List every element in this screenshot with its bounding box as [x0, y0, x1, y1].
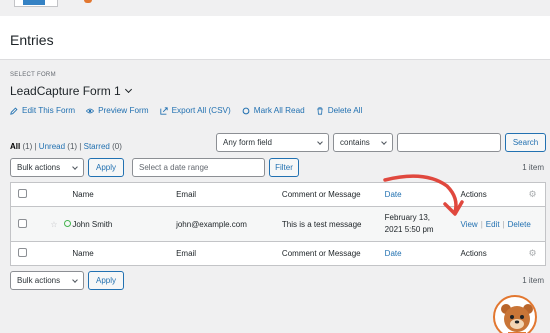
export-icon [159, 106, 168, 115]
delete-all-label: Delete All [327, 106, 363, 115]
bulk-actions-bottom: Bulk actions Apply [10, 271, 124, 290]
column-email: Email [176, 249, 197, 258]
item-count: 1 item [522, 163, 544, 172]
circle-icon [242, 107, 250, 114]
pencil-icon [10, 106, 18, 115]
bear-mascot-icon[interactable] [493, 295, 537, 333]
chevron-down-icon [317, 138, 323, 145]
filter-button[interactable]: Filter [269, 158, 299, 177]
chevron-down-icon [72, 163, 78, 170]
apply-button[interactable]: Apply [88, 158, 124, 177]
entry-name: John Smith [72, 219, 113, 229]
filter-starred[interactable]: Starred [84, 142, 110, 151]
entry-email: john@example.com [176, 219, 247, 229]
column-date[interactable]: Date [385, 242, 461, 266]
column-name: Name [72, 190, 94, 199]
bulk-actions-value: Bulk actions [17, 163, 61, 172]
filter-starred-count: (0) [112, 142, 122, 151]
form-actions: Edit This Form Preview Form Export All (… [10, 106, 373, 115]
field-select-value: Any form field [223, 138, 272, 147]
status-filters: All (1) | Unread (1) | Starred (0) [10, 142, 122, 151]
operator-select-value: contains [340, 138, 370, 147]
apply-button[interactable]: Apply [88, 271, 124, 290]
plugin-logo [14, 0, 58, 7]
edit-form-link[interactable]: Edit This Form [10, 106, 75, 115]
trash-icon [316, 106, 323, 115]
star-icon[interactable]: ☆ [50, 220, 57, 229]
top-edge [0, 0, 550, 12]
unread-dot-icon[interactable] [63, 219, 71, 227]
table-row: ☆ John Smith john@example.com This is a … [10, 206, 546, 242]
field-select[interactable]: Any form field [216, 133, 329, 152]
table-header-row: Name Email Comment or Message Date Actio… [10, 183, 546, 207]
gear-icon[interactable]: ⚙ [528, 189, 536, 199]
export-csv-label: Export All (CSV) [171, 106, 231, 115]
filter-all-count: (1) [22, 142, 33, 151]
bulk-actions-value: Bulk actions [17, 276, 61, 285]
column-name: Name [72, 249, 94, 258]
selected-form-name: LeadCapture Form 1 [10, 84, 121, 98]
table-footer-row: Name Email Comment or Message Date Actio… [10, 241, 546, 266]
bulk-actions-select[interactable]: Bulk actions [10, 271, 84, 290]
chevron-down-icon [381, 138, 387, 145]
mark-all-read-label: Mark All Read [253, 106, 305, 115]
select-form-label: SELECT FORM [10, 72, 56, 78]
column-actions: Actions [460, 190, 487, 199]
preview-form-link[interactable]: Preview Form [86, 106, 149, 115]
form-selector[interactable]: LeadCapture Form 1 [10, 84, 132, 98]
search-button[interactable]: Search [505, 133, 546, 152]
filter-all[interactable]: All [10, 142, 20, 151]
chevron-down-icon [124, 85, 132, 94]
column-email: Email [176, 190, 197, 199]
filter-unread-count: (1) [67, 142, 78, 151]
operator-select[interactable]: contains [333, 133, 393, 152]
entries-table: Name Email Comment or Message Date Actio… [10, 182, 546, 266]
export-csv-link[interactable]: Export All (CSV) [159, 106, 231, 115]
preview-form-label: Preview Form [98, 106, 149, 115]
date-range-input[interactable]: Select a date range [132, 158, 265, 177]
column-actions: Actions [460, 249, 487, 258]
column-comment: Comment or Message [281, 249, 361, 258]
select-all-checkbox[interactable] [18, 189, 27, 198]
mark-all-read-link[interactable]: Mark All Read [242, 106, 305, 115]
bulk-actions-select[interactable]: Bulk actions [10, 158, 84, 177]
delete-all-link[interactable]: Delete All [316, 106, 363, 115]
select-all-checkbox[interactable] [18, 248, 27, 257]
filter-separator: | [34, 142, 37, 151]
edit-entry-link[interactable]: Edit [486, 220, 500, 229]
filter-separator: | [79, 142, 82, 151]
filter-unread[interactable]: Unread [39, 142, 65, 151]
page-title: Entries [10, 32, 54, 48]
page-header [0, 16, 550, 60]
gear-icon[interactable]: ⚙ [528, 248, 536, 258]
bulk-actions-top: Bulk actions Apply Select a date range F… [10, 158, 299, 177]
search-input[interactable] [397, 133, 501, 152]
row-checkbox[interactable] [18, 218, 27, 228]
delete-entry-link[interactable]: Delete [508, 220, 531, 229]
annotation-arrow-icon [383, 174, 464, 216]
chevron-down-icon [72, 276, 78, 283]
edit-form-label: Edit This Form [22, 106, 76, 115]
logo-accent [84, 0, 92, 3]
item-count: 1 item [522, 276, 544, 285]
entry-date-line2: 2021 5:50 pm [384, 225, 434, 234]
eye-icon [86, 108, 95, 113]
search-controls: Any form field contains Search [216, 133, 546, 152]
